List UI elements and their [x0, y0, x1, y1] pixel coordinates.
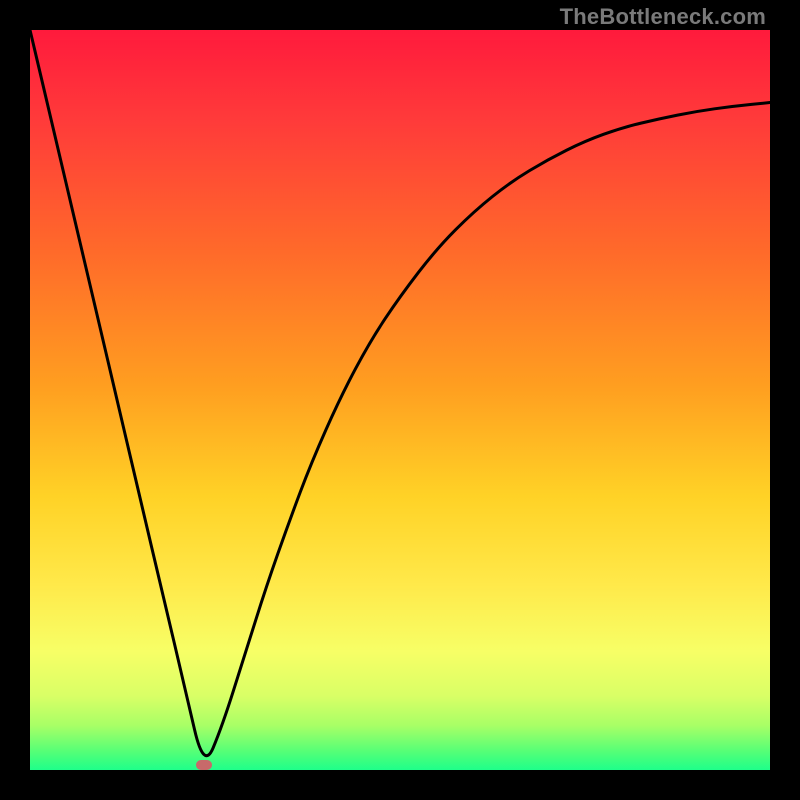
watermark-label: TheBottleneck.com: [560, 4, 766, 30]
minimum-marker: [196, 760, 212, 770]
chart-frame: TheBottleneck.com: [0, 0, 800, 800]
bottleneck-curve: [30, 30, 770, 770]
plot-area: [30, 30, 770, 770]
